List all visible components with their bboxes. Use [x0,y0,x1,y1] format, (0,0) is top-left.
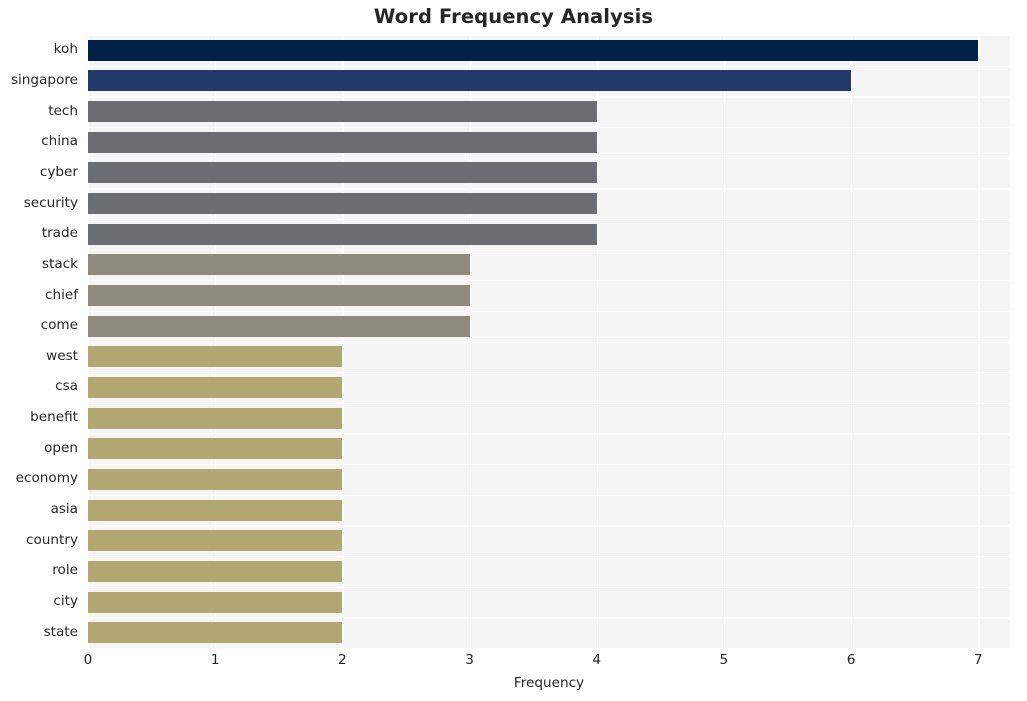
y-tick-label: west [46,347,78,364]
y-tick-label: singapore [10,71,78,88]
x-tick-label: 4 [592,652,602,668]
y-gridline [88,648,1010,650]
y-gridline [88,586,1010,588]
y-tick-label: chief [44,286,78,303]
y-tick-label: benefit [30,409,78,426]
y-gridline [88,372,1010,374]
y-gridline [88,556,1010,558]
y-tick-label: open [44,439,78,456]
y-axis-tick-labels: koh singapore tech china cyber security trade s… [0,35,82,648]
bar [88,530,343,552]
y-gridline [88,464,1010,466]
chart-title: Word Frequency Analysis [373,5,654,28]
bar [88,131,597,153]
bar [88,622,343,644]
y-gridline [88,494,1010,497]
x-tick-label: 2 [338,652,347,668]
y-gridline [88,617,1010,619]
bar [88,70,852,92]
bar [88,346,343,368]
y-gridline [88,157,1010,159]
y-tick-label: stack [41,255,78,272]
y-gridline [88,341,1010,343]
x-tick-label: 7 [973,652,983,668]
y-tick-label: trade [41,225,78,242]
y-gridline [88,218,1010,221]
bar [88,254,470,276]
y-gridline [88,35,1010,37]
y-gridline [88,188,1010,190]
y-tick-label: tech [48,102,78,119]
x-tick-label: 5 [719,652,729,668]
bar [88,376,343,398]
y-gridline [88,280,1010,282]
word-frequency-chart: Word Frequency Analysis koh singapore tech… [0,0,1027,701]
y-tick-label: role [52,562,78,579]
y-gridline [88,126,1010,129]
x-tick-label: 6 [846,652,856,668]
y-gridline [88,65,1010,67]
bar [88,315,470,337]
y-tick-label: security [23,194,78,211]
y-tick-label: koh [53,41,78,58]
bar [88,438,343,460]
bar [88,193,597,215]
y-tick-label: city [53,593,78,610]
bar [88,162,597,184]
y-gridline [88,433,1010,435]
y-gridline [88,525,1010,527]
bar [88,39,979,61]
bar [88,468,343,490]
y-tick-label: china [41,133,78,150]
y-tick-label: asia [50,501,78,518]
x-tick-label: 3 [465,652,474,668]
y-gridline [88,402,1010,405]
bar [88,101,597,123]
y-tick-label: country [26,531,78,548]
y-gridline [88,310,1010,313]
bar [88,499,343,521]
x-tick-label: 1 [210,652,220,668]
y-gridline [88,96,1010,98]
y-tick-label: cyber [39,163,78,180]
y-tick-label: csa [55,378,78,395]
x-tick-label: 0 [83,652,93,668]
y-gridline [88,249,1010,251]
bar [88,560,343,582]
y-tick-label: come [40,317,78,334]
x-axis-title: Frequency [513,675,585,691]
plot-area [88,35,1010,650]
bar [88,223,597,245]
y-tick-label: state [43,623,78,640]
y-tick-label: economy [15,470,78,487]
x-axis-tick-labels: 0 1 2 3 4 5 6 7 [0,652,1027,676]
bar [88,285,470,307]
bar [88,591,343,613]
bar [88,407,343,429]
